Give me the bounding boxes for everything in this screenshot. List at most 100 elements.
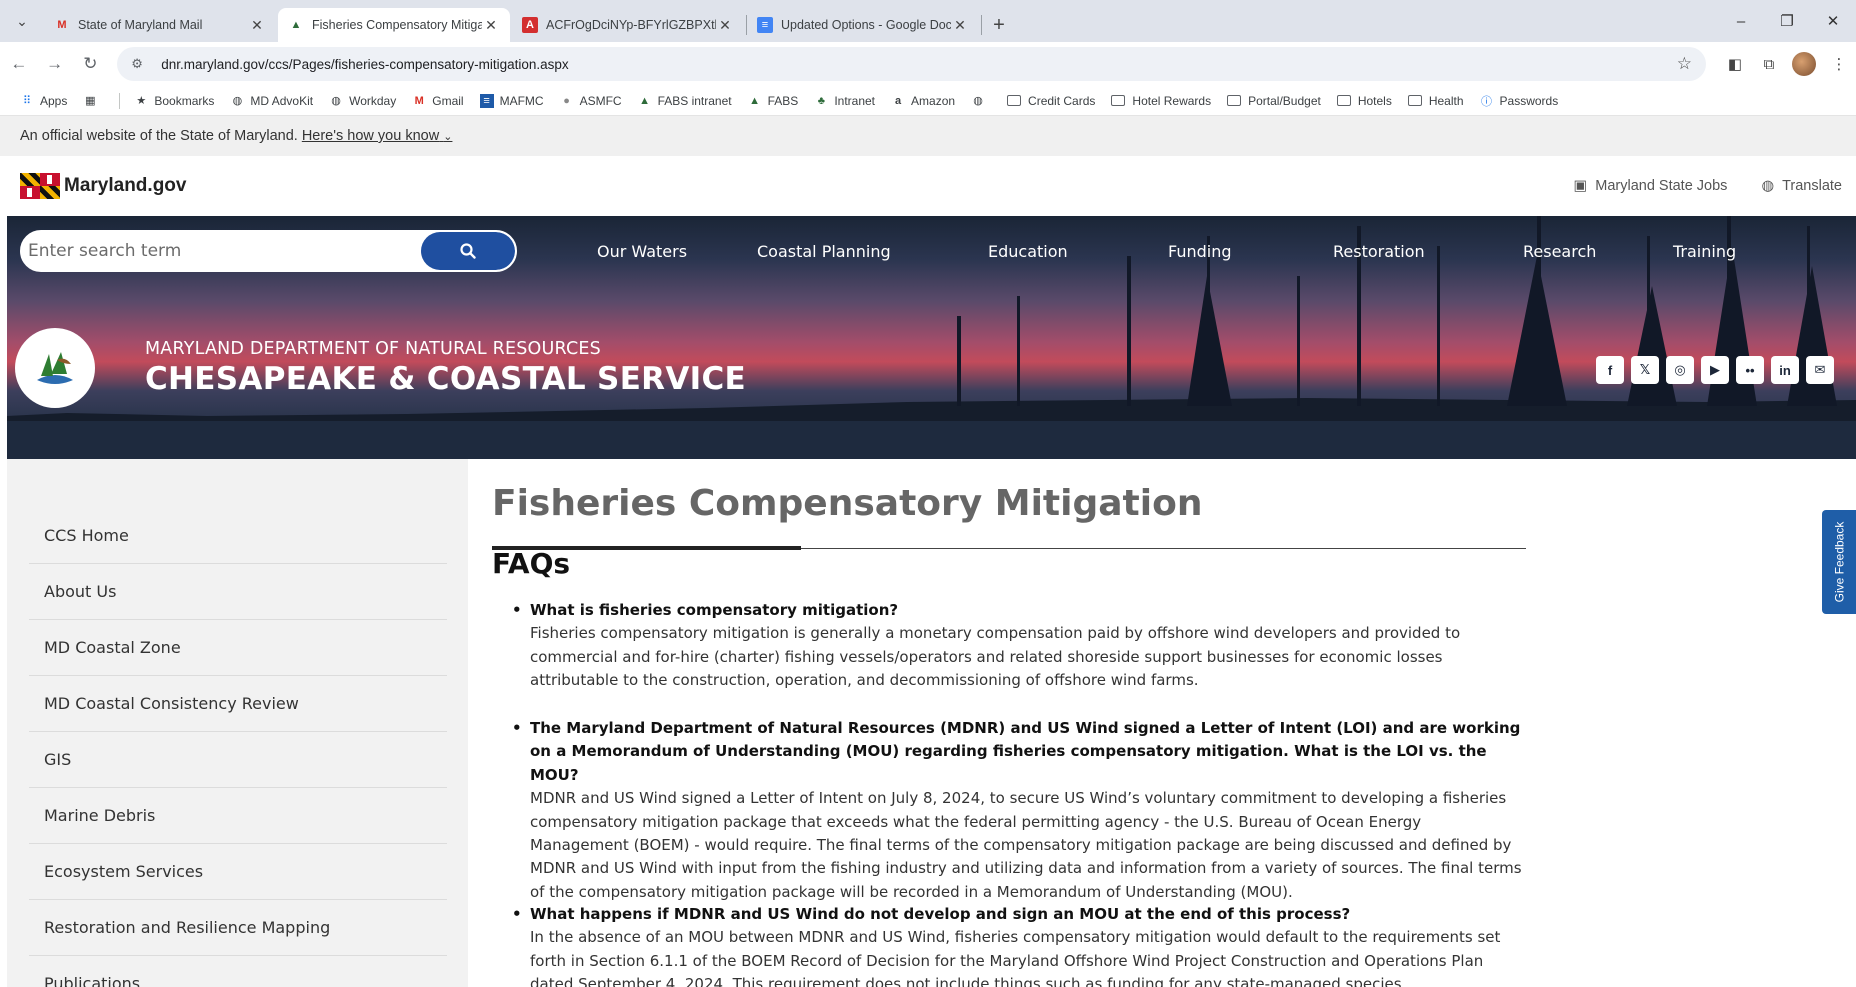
folder-icon [1336,95,1351,106]
star-icon: ★ [136,95,147,107]
bookmark-gmail[interactable]: M Gmail [412,94,464,108]
bookmark-folder-hotels[interactable]: Hotels [1336,94,1392,108]
sidebar-item-about-us[interactable]: About Us [29,564,447,620]
minimize-icon[interactable]: – [1718,0,1764,42]
url-text[interactable]: dnr.maryland.gov/ccs/Pages/fisheries-com… [153,57,1676,72]
bookmark-passwords[interactable]: ⓘ Passwords [1480,94,1558,108]
folder-icon [1007,95,1022,106]
give-feedback-button[interactable]: Give Feedback [1822,510,1856,614]
nav-our-waters[interactable]: Our Waters [597,242,757,261]
nav-education[interactable]: Education [988,242,1168,261]
flickr-icon[interactable]: •• [1736,356,1764,384]
bookmark-folder-health[interactable]: Health [1407,94,1464,108]
tab-pdf[interactable]: A ACFrOgDciNYp-BFYrlGZBPXtkv ✕ [512,8,744,42]
state-jobs-link[interactable]: ▣ Maryland State Jobs [1566,178,1728,194]
faq-answer: MDNR and US Wind signed a Letter of Inte… [530,789,1522,901]
back-button[interactable]: ← [2,47,36,81]
nav-coastal-planning[interactable]: Coastal Planning [757,242,988,261]
bookmark-md-advokit[interactable]: ◍ MD AdvoKit [230,94,314,108]
sidebar-item-marine-debris[interactable]: Marine Debris [29,788,447,844]
translate-link[interactable]: ◍ Translate [1753,178,1842,194]
dnr-seal-logo[interactable] [15,328,95,408]
sidebar-item-coastal-consistency-review[interactable]: MD Coastal Consistency Review [29,676,447,732]
service-name: CHESAPEAKE & COASTAL SERVICE [145,361,746,397]
search-button[interactable] [421,232,515,270]
bookmark-mafmc[interactable]: ≡ MAFMC [479,93,544,108]
email-icon[interactable]: ✉ [1806,356,1834,384]
new-tab-button[interactable]: + [982,8,1016,42]
bookmark-workday[interactable]: ◍ Workday [329,94,396,108]
bookmark-globe[interactable]: ◍ [971,94,991,108]
faq-answer: Fisheries compensatory mitigation is gen… [530,624,1461,690]
close-icon[interactable]: ✕ [248,17,266,34]
bookmark-folder-credit-cards[interactable]: Credit Cards [1007,94,1095,108]
kebab-menu-icon[interactable]: ⋮ [1822,47,1856,81]
reload-button[interactable]: ↻ [74,47,108,81]
asmfc-icon: ● [563,94,570,107]
folder-icon [1111,95,1126,106]
bookmark-fabs-intranet[interactable]: ▲ FABS intranet [638,94,732,108]
site-settings-icon[interactable]: ⚙ [131,56,153,72]
tab-fisheries-mitigation[interactable]: ▲ Fisheries Compensatory Mitiga ✕ [278,8,510,42]
heres-how-you-know-link[interactable]: Here's how you know ⌄ [302,128,453,144]
close-icon[interactable]: ✕ [716,17,734,34]
nav-research[interactable]: Research [1523,242,1673,261]
bookmark-apps[interactable]: ⠿ Apps [20,94,67,108]
youtube-icon[interactable]: ▶ [1701,356,1729,384]
main-nav: Our Waters Coastal Planning Education Fu… [569,242,1753,261]
profile-avatar[interactable] [1791,52,1816,76]
puzzle-icon[interactable]: ⧉ [1752,47,1786,81]
tab-strip: ⌄ M State of Maryland Mail ✕ ▲ Fisheries… [0,0,1856,42]
bookmark-tab-groups[interactable]: ▦ [83,94,103,108]
instagram-icon[interactable]: ◎ [1666,356,1694,384]
bookmarks-bar: ⠿ Apps ▦ ★ Bookmarks ◍ MD AdvoKit ◍ Workday … [0,86,1856,116]
close-icon[interactable]: ✕ [482,17,500,34]
facebook-icon[interactable]: f [1596,356,1624,384]
sidebar-item-md-coastal-zone[interactable]: MD Coastal Zone [29,620,447,676]
bookmark-fabs[interactable]: ▲ FABS [748,94,798,108]
tab-maryland-mail[interactable]: M State of Maryland Mail ✕ [44,8,276,42]
maryland-gov-header: Maryland.gov ▣ Maryland State Jobs ◍ Tra… [0,156,1856,216]
bookmark-bookmarks[interactable]: ★ Bookmarks [134,94,214,108]
nav-funding[interactable]: Funding [1168,242,1333,261]
social-links: f 𝕏 ◎ ▶ •• in ✉ [1589,356,1834,384]
bookmark-folder-hotel-rewards[interactable]: Hotel Rewards [1111,94,1211,108]
globe-icon: ◍ [973,95,983,107]
linkedin-icon[interactable]: in [1771,356,1799,384]
nav-restoration[interactable]: Restoration [1333,242,1523,261]
globe-icon: ◍ [1761,178,1775,194]
folder-icon [1407,95,1422,106]
mafmc-icon: ≡ [479,93,494,108]
sidebar-item-ecosystem-services[interactable]: Ecosystem Services [29,844,447,900]
bookmark-folder-portal-budget[interactable]: Portal/Budget [1227,94,1321,108]
bookmark-asmfc[interactable]: ● ASMFC [560,94,621,108]
dnr-branding: MARYLAND DEPARTMENT OF NATURAL RESOURCES… [15,328,746,408]
faq-question: What happens if MDNR and US Wind do not … [512,903,1522,927]
faq-answer: In the absence of an MOU between MDNR an… [530,928,1501,987]
sidebar-item-ccs-home[interactable]: CCS Home [29,508,447,564]
extension-icon[interactable]: ◧ [1718,47,1752,81]
close-window-icon[interactable]: ✕ [1810,0,1856,42]
close-icon[interactable]: ✕ [951,17,969,34]
globe-icon: ◍ [232,95,243,107]
nav-training[interactable]: Training [1673,242,1753,261]
tab-google-doc[interactable]: ≡ Updated Options - Google Doc ✕ [747,8,979,42]
restore-icon[interactable]: ❐ [1764,0,1810,42]
sidebar-item-restoration-resilience-mapping[interactable]: Restoration and Resilience Mapping [29,900,447,956]
x-icon[interactable]: 𝕏 [1631,356,1659,384]
forward-button[interactable]: → [38,47,72,81]
gmail-icon: M [414,94,424,107]
address-bar[interactable]: ⚙ dnr.maryland.gov/ccs/Pages/fisheries-c… [117,47,1706,81]
sidebar-item-gis[interactable]: GIS [29,732,447,788]
bookmark-intranet[interactable]: ♣ Intranet [814,94,875,108]
bookmark-amazon[interactable]: a Amazon [891,94,955,108]
maryland-gov-logo[interactable]: Maryland.gov [20,173,186,199]
folder-icon [1227,95,1242,106]
sidebar-item-publications[interactable]: Publications [29,956,447,987]
faq-question: What is fisheries compensatory mitigatio… [512,599,1522,623]
heading-accent-bar [492,546,801,550]
bookmark-star-icon[interactable]: ☆ [1677,54,1692,74]
search-input[interactable] [22,232,421,270]
tab-search-button[interactable]: ⌄ [0,0,44,42]
browser-toolbar: ← → ↻ ⚙ dnr.maryland.gov/ccs/Pages/fishe… [0,42,1856,86]
